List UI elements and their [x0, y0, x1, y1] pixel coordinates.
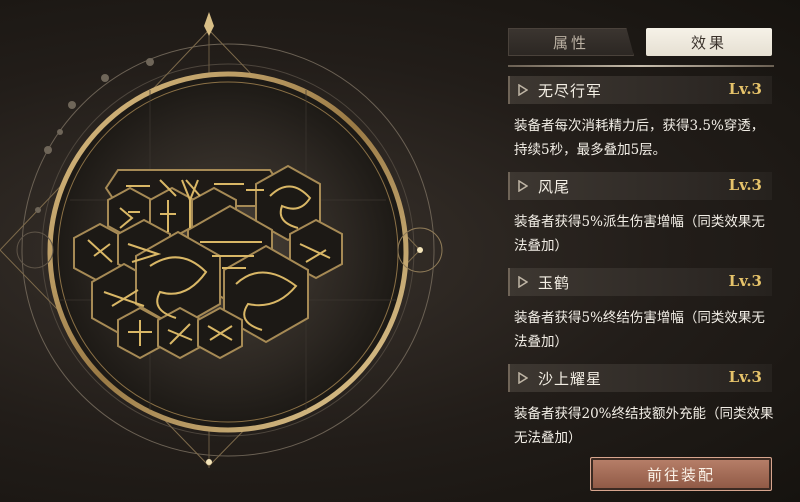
effects-panel: 属性 效果 无尽行军 Lv.3 装备者每次消耗精力后，获得3.5%穿透，持续5秒…: [504, 24, 780, 502]
arrow-right-icon: [518, 180, 528, 192]
effect-level: Lv.3: [728, 80, 762, 98]
effect-level: Lv.3: [728, 176, 762, 194]
effect-name: 沙上耀星: [538, 370, 603, 388]
arrow-right-icon: [518, 372, 528, 384]
arrow-right-icon: [518, 276, 528, 288]
effect-header: 沙上耀星 Lv.3: [508, 364, 772, 392]
effect-header: 无尽行军 Lv.3: [508, 76, 772, 104]
tab-bar: 属性 效果: [504, 28, 776, 56]
tab-divider: [508, 65, 774, 67]
effect-level: Lv.3: [728, 272, 762, 290]
effect-description: 装备者获得5%终结伤害增幅（同类效果无法叠加）: [514, 310, 765, 350]
effect-header: 风尾 Lv.3: [508, 172, 772, 200]
effect-name: 无尽行军: [538, 82, 603, 100]
effect-description: 装备者获得5%派生伤害增幅（同类效果无法叠加）: [514, 214, 765, 254]
arrow-right-icon: [518, 84, 528, 96]
emblem-hexagon-cluster-icon: [0, 12, 443, 468]
go-equip-button[interactable]: 前往装配: [590, 457, 772, 491]
effect-description: 装备者获得20%终结技额外充能（同类效果无法叠加）: [514, 406, 774, 446]
effect-header: 玉鹤 Lv.3: [508, 268, 772, 296]
effect-description: 装备者每次消耗精力后，获得3.5%穿透，持续5秒，最多叠加5层。: [514, 118, 765, 158]
effect-level: Lv.3: [728, 368, 762, 386]
tab-effects[interactable]: 效果: [646, 28, 772, 56]
emblem-display: [0, 0, 500, 502]
tab-attributes[interactable]: 属性: [508, 28, 634, 56]
effect-name: 风尾: [538, 178, 571, 196]
effect-name: 玉鹤: [538, 274, 571, 292]
